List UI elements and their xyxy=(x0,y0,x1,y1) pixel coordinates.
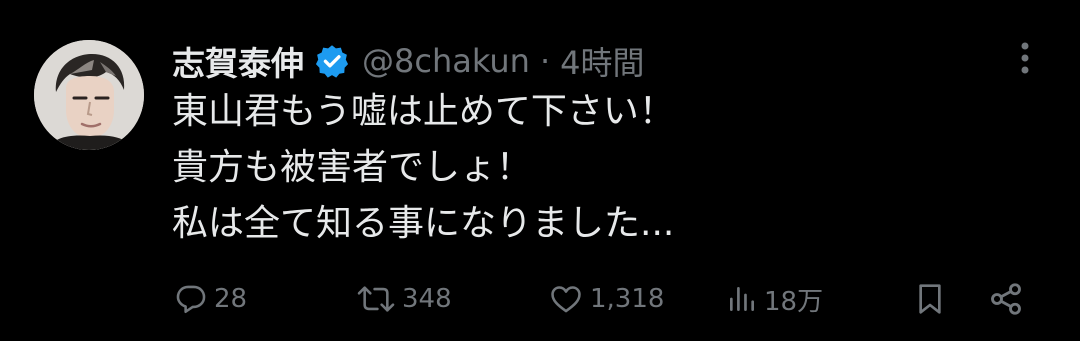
timestamp[interactable]: 4時間 xyxy=(560,38,644,84)
avatar[interactable] xyxy=(34,40,144,150)
more-vertical-icon xyxy=(1021,42,1029,74)
like-count: 1,318 xyxy=(590,284,665,314)
tweet-text-line: 私は全て知る事になりました... xyxy=(172,203,675,244)
tweet[interactable]: 志賀泰伸 @8chakun · 4時間 東山君もう嘘は止めて下さい！ 貴方も被害… xyxy=(0,0,1080,341)
reply-count: 28 xyxy=(214,284,248,314)
tweet-actions: 28 348 1,318 18万 xyxy=(0,274,1080,324)
bookmark-button[interactable] xyxy=(914,274,946,324)
tweet-text-line: 東山君もう嘘は止めて下さい！ xyxy=(172,91,675,132)
retweet-icon xyxy=(357,286,395,312)
reply-icon xyxy=(176,285,206,314)
tweet-text: 東山君もう嘘は止めて下さい！ 貴方も被害者でしょ！ 私は全て知る事になりました.… xyxy=(172,84,1032,252)
tweet-header: 志賀泰伸 @8chakun · 4時間 xyxy=(172,38,645,84)
retweet-button[interactable]: 348 xyxy=(356,274,452,324)
share-button[interactable] xyxy=(988,274,1024,324)
views-button[interactable]: 18万 xyxy=(726,274,823,324)
avatar-image xyxy=(34,40,144,150)
retweet-count: 348 xyxy=(402,284,452,314)
views-count: 18万 xyxy=(764,286,824,317)
display-name[interactable]: 志賀泰伸 xyxy=(172,37,304,85)
views-icon xyxy=(730,287,754,311)
verified-badge-icon xyxy=(314,43,350,79)
reply-button[interactable]: 28 xyxy=(174,274,247,324)
user-handle[interactable]: @8chakun xyxy=(362,42,530,80)
tweet-text-line: 貴方も被害者でしょ！ xyxy=(172,147,533,188)
bookmark-icon xyxy=(919,284,941,314)
share-icon xyxy=(991,283,1021,315)
more-options-button[interactable] xyxy=(1010,40,1040,76)
like-button[interactable]: 1,318 xyxy=(548,274,664,324)
separator-dot: · xyxy=(539,42,551,80)
heart-icon xyxy=(551,286,581,313)
